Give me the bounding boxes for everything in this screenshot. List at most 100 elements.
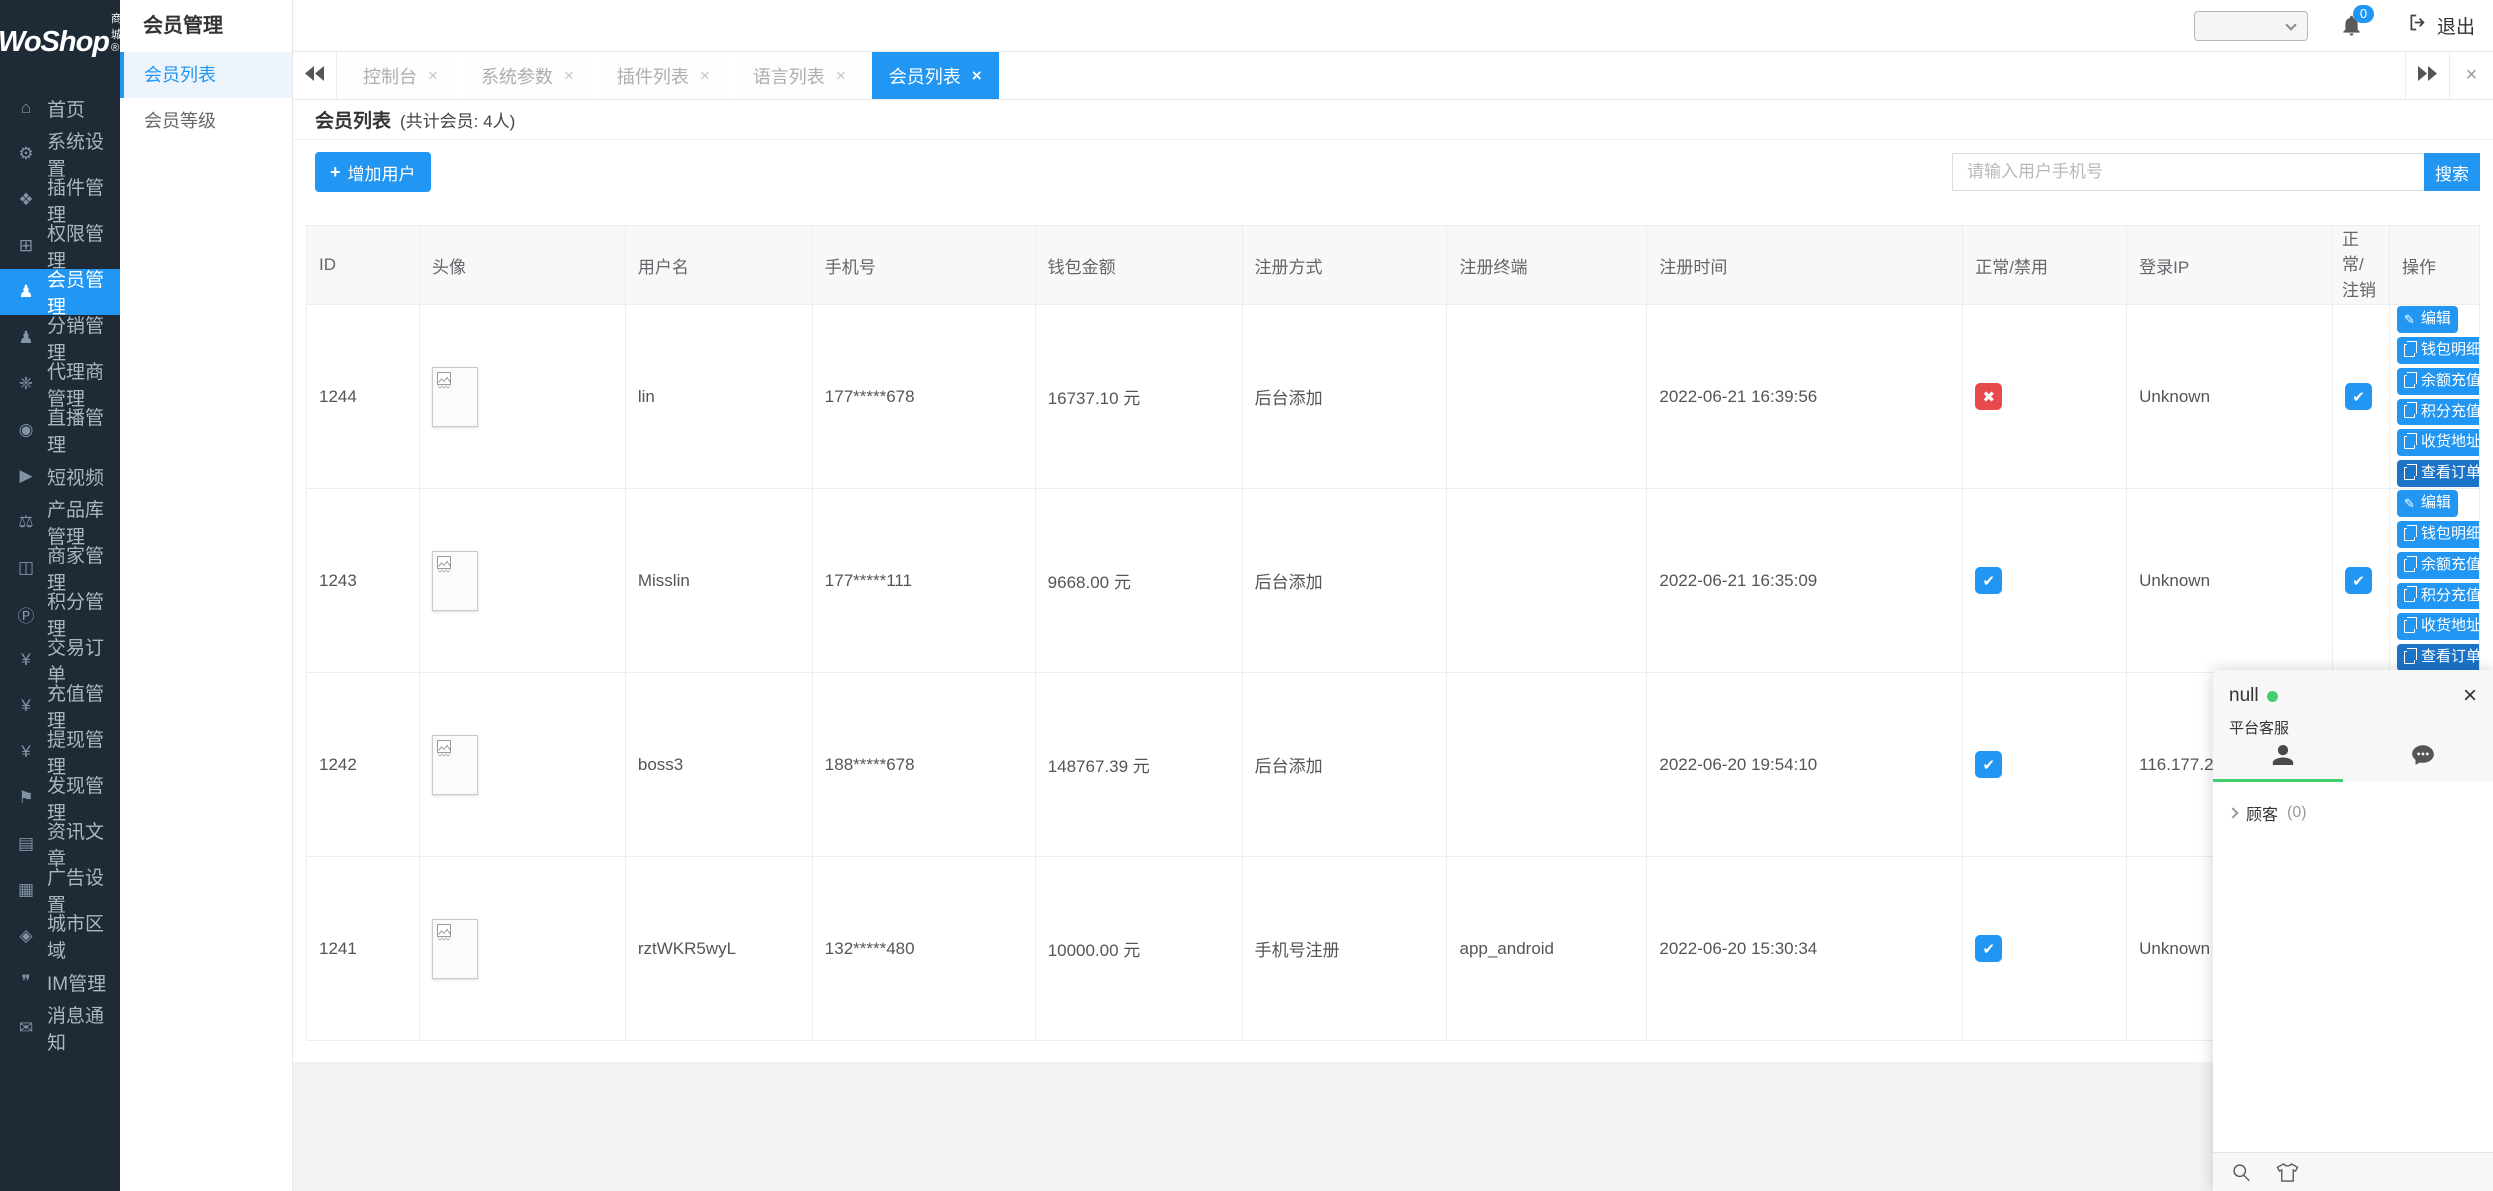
tabs-scroll-right-button[interactable]: [2405, 52, 2449, 99]
sidebar-item-home[interactable]: ⌂首页: [0, 85, 120, 131]
tab-close-icon[interactable]: ×: [428, 66, 438, 86]
action-button-5[interactable]: 查看订单: [2397, 644, 2480, 671]
action-button-4[interactable]: 收货地址: [2397, 429, 2480, 456]
action-button-3[interactable]: 积分充值: [2397, 583, 2480, 610]
action-button-1[interactable]: 钱包明细: [2397, 521, 2480, 548]
language-select[interactable]: [2194, 11, 2308, 41]
sidebar-item-agent-management[interactable]: ❈代理商管理: [0, 361, 120, 407]
sidebar-item-points-management[interactable]: Ⓟ积分管理: [0, 591, 120, 637]
sidebar-item-plugin-management[interactable]: ❖插件管理: [0, 177, 120, 223]
logout-label: 退出: [2437, 12, 2475, 39]
status-toggle[interactable]: ✔: [1975, 567, 2002, 594]
tab-close-icon[interactable]: ×: [700, 66, 710, 86]
table-row: 1244lin177*****67816737.10 元后台添加2022-06-…: [307, 305, 2480, 489]
avatar: [432, 551, 478, 611]
short-video-icon: ▶: [13, 466, 39, 486]
action-button-4[interactable]: 收货地址: [2397, 613, 2480, 640]
im-management-icon: ❞: [13, 972, 39, 992]
subsidebar-item-member-list[interactable]: 会员列表: [120, 52, 292, 98]
sidebar-item-short-video[interactable]: ▶短视频: [0, 453, 120, 499]
chat-tabs: [2213, 742, 2493, 773]
tab-2[interactable]: 系统参数×: [464, 52, 591, 99]
sidebar-item-news-articles[interactable]: ▤资讯文章: [0, 821, 120, 867]
tab-4[interactable]: 语言列表×: [736, 52, 863, 99]
sidebar-item-trade-orders[interactable]: ¥交易订单: [0, 637, 120, 683]
search-button[interactable]: 搜索: [2424, 153, 2480, 191]
column-header: 手机号: [813, 226, 1036, 304]
sidebar-item-distribution-management[interactable]: ♟分销管理: [0, 315, 120, 361]
sidebar-item-merchant-management[interactable]: ◫商家管理: [0, 545, 120, 591]
sidebar-item-ad-settings[interactable]: ▦广告设置: [0, 867, 120, 913]
subsidebar-item-label: 会员等级: [144, 111, 216, 131]
cell-account-active: ✔: [2333, 305, 2390, 488]
toolbar: + 增加用户 搜索: [315, 150, 2480, 194]
action-button-edit[interactable]: ✎编辑: [2397, 490, 2458, 517]
customer-group-row[interactable]: 顾客 (0): [2213, 782, 2493, 844]
add-user-button[interactable]: + 增加用户: [315, 152, 431, 192]
sidebar-item-im-management[interactable]: ❞ IM管理: [0, 959, 120, 1005]
search-icon[interactable]: [2231, 1162, 2252, 1183]
status-toggle[interactable]: ✔: [1975, 751, 2002, 778]
action-button-edit[interactable]: ✎编辑: [2397, 306, 2458, 333]
tab-close-icon[interactable]: ×: [836, 66, 846, 86]
action-button-5[interactable]: 查看订单: [2397, 460, 2480, 487]
sidebar-item-message-notifications[interactable]: ✉消息通知: [0, 1005, 120, 1051]
live-management-icon: ◉: [13, 420, 39, 440]
content-area: 会员列表 (共计会员: 4人) + 增加用户 搜索 ID头像用户名手机号钱包金额…: [293, 100, 2493, 1191]
merchant-management-icon: ◫: [13, 558, 39, 578]
table-row: 1243Misslin177*****1119668.00 元后台添加2022-…: [307, 489, 2480, 673]
table-row: 1241rztWKR5wyL132*****48010000.00 元手机号注册…: [307, 857, 2480, 1041]
tab-3[interactable]: 插件列表×: [600, 52, 727, 99]
sidebar-item-permission-management[interactable]: ⊞权限管理: [0, 223, 120, 269]
sidebar-item-discovery-management[interactable]: ⚑发现管理: [0, 775, 120, 821]
discovery-management-icon: ⚑: [13, 788, 39, 808]
agent-management-icon: ❈: [13, 374, 39, 394]
tab-close-icon[interactable]: ×: [972, 66, 982, 86]
column-header: 头像: [420, 226, 626, 304]
status-toggle[interactable]: ✖: [1975, 383, 2002, 410]
sidebar-item-system-settings[interactable]: ⚙系统设置: [0, 131, 120, 177]
cell-username: lin: [626, 305, 813, 488]
chat-tab-conversations[interactable]: [2353, 742, 2493, 773]
sidebar-item-live-management[interactable]: ◉直播管理: [0, 407, 120, 453]
subsidebar-item-member-level[interactable]: 会员等级: [120, 98, 292, 144]
logo-tagline: 商城®: [111, 10, 122, 54]
chat-tab-contacts[interactable]: [2213, 742, 2353, 773]
sidebar-item-withdrawal-management[interactable]: ¥提现管理: [0, 729, 120, 775]
chat-agent-name: null: [2229, 685, 2259, 707]
app-logo[interactable]: WoShop 商城®: [0, 0, 120, 85]
tshirt-icon[interactable]: [2276, 1162, 2299, 1183]
tab-1[interactable]: 控制台×: [346, 52, 455, 99]
sidebar-item-recharge-management[interactable]: ¥充值管理: [0, 683, 120, 729]
open-tabs: 控制台×系统参数×插件列表×语言列表×会员列表×: [337, 52, 2405, 99]
cell-wallet: 9668.00 元: [1036, 489, 1243, 672]
cell-avatar: [420, 857, 626, 1040]
sidebar-item-label: IM管理: [47, 969, 106, 996]
search-input[interactable]: [1952, 153, 2424, 191]
tab-5[interactable]: 会员列表×: [872, 52, 999, 99]
column-header: 注册方式: [1243, 226, 1448, 304]
account-active-toggle[interactable]: ✔: [2345, 383, 2372, 410]
tabs-scroll-left-button[interactable]: [293, 52, 337, 99]
chat-close-button[interactable]: ×: [2463, 684, 2477, 708]
action-button-1[interactable]: 钱包明细: [2397, 337, 2480, 364]
sidebar-item-member-management[interactable]: ♟会员管理: [0, 269, 120, 315]
cell-reg-terminal: app_android: [1447, 857, 1647, 1040]
tab-close-icon[interactable]: ×: [564, 66, 574, 86]
logout-button[interactable]: 退出: [2407, 12, 2475, 39]
secondary-sidebar: 会员管理 会员列表会员等级: [120, 0, 293, 1191]
sidebar-item-city-areas[interactable]: ◈城市区域: [0, 913, 120, 959]
cell-reg-terminal: [1447, 305, 1647, 488]
cell-wallet: 148767.39 元: [1036, 673, 1243, 856]
action-button-2[interactable]: 余额充值: [2397, 368, 2480, 395]
status-toggle[interactable]: ✔: [1975, 935, 2002, 962]
cell-phone: 188*****678: [813, 673, 1036, 856]
action-button-2[interactable]: 余额充值: [2397, 552, 2480, 579]
notifications-button[interactable]: 0: [2340, 14, 2363, 37]
tabs-close-button[interactable]: ×: [2449, 52, 2493, 99]
chevron-right-icon: [2227, 807, 2238, 818]
tabbar: 控制台×系统参数×插件列表×语言列表×会员列表× ×: [293, 52, 2493, 100]
action-button-3[interactable]: 积分充值: [2397, 399, 2480, 426]
account-active-toggle[interactable]: ✔: [2345, 567, 2372, 594]
sidebar-item-product-library[interactable]: ⚖产品库管理: [0, 499, 120, 545]
